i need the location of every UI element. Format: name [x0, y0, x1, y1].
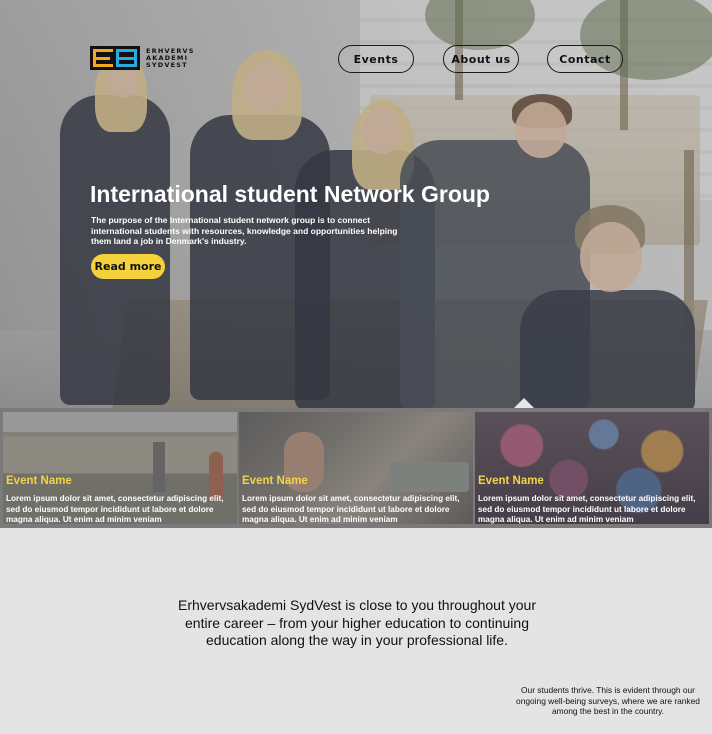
- event-card[interactable]: Event Name Lorem ipsum dolor sit amet, c…: [475, 412, 709, 524]
- hero-description: The purpose of the International student…: [91, 215, 398, 246]
- event-description: Lorem ipsum dolor sit amet, consectetur …: [6, 494, 224, 524]
- hero-title: International student Network Group: [90, 181, 490, 207]
- event-title: Event Name: [242, 475, 308, 487]
- section-pointer-icon: [514, 398, 534, 408]
- logo-wordmark: ERHVERVS AKADEMI SYDVEST: [146, 46, 195, 69]
- event-card[interactable]: Event Name Lorem ipsum dolor sit amet, c…: [239, 412, 473, 524]
- event-title: Event Name: [6, 475, 72, 487]
- read-more-button[interactable]: Read more: [91, 254, 165, 279]
- event-description: Lorem ipsum dolor sit amet, consectetur …: [478, 494, 696, 524]
- about-tagline: Erhvervsakademi SydVest is close to you …: [178, 597, 536, 649]
- site-logo[interactable]: ERHVERVS AKADEMI SYDVEST: [90, 46, 195, 70]
- hero-banner: ERHVERVS AKADEMI SYDVEST Events About us…: [0, 0, 712, 412]
- wellbeing-note: Our students thrive. This is evident thr…: [516, 685, 700, 716]
- event-card[interactable]: Event Name Lorem ipsum dolor sit amet, c…: [3, 412, 237, 524]
- event-description: Lorem ipsum dolor sit amet, consectetur …: [242, 494, 460, 524]
- logo-mark-icon: [90, 46, 140, 70]
- nav-about-button[interactable]: About us: [443, 45, 519, 73]
- event-title: Event Name: [478, 475, 544, 487]
- events-strip: Event Name Lorem ipsum dolor sit amet, c…: [0, 408, 712, 528]
- nav-events-button[interactable]: Events: [338, 45, 414, 73]
- nav-contact-button[interactable]: Contact: [547, 45, 623, 73]
